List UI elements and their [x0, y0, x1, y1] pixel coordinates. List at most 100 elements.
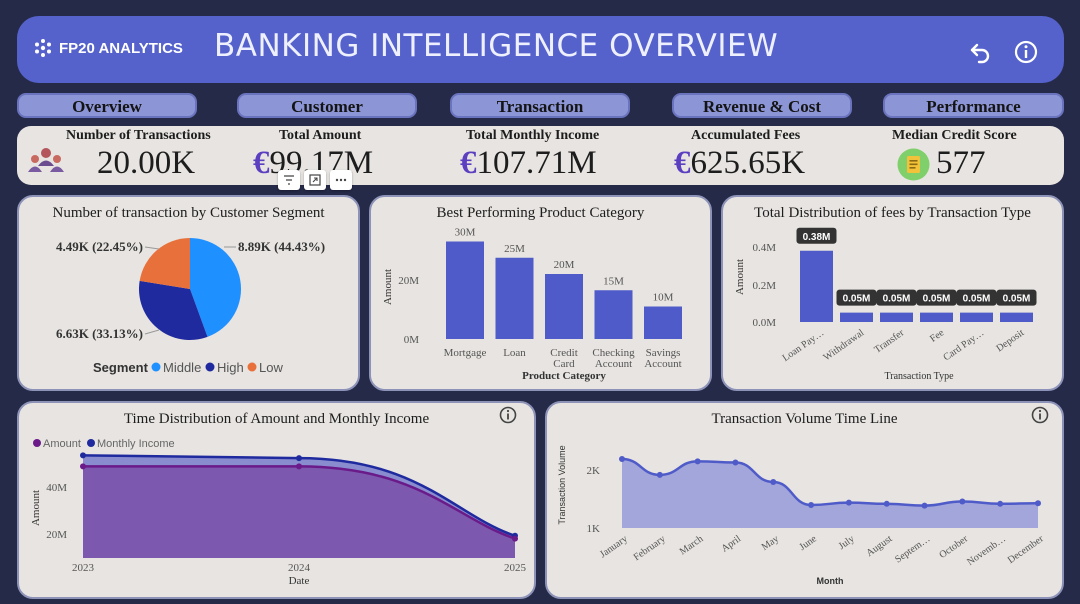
- bar-0: [800, 250, 833, 322]
- euro-symbol: €: [674, 145, 691, 181]
- x-tick-label: April: [720, 533, 744, 554]
- x-axis-label: Month: [817, 576, 844, 586]
- x-tick-label: Account: [644, 358, 681, 370]
- x-tick-label: July: [837, 533, 857, 552]
- filter-icon[interactable]: [278, 170, 300, 190]
- legend-marker: [247, 362, 257, 372]
- legend-marker: [205, 362, 215, 372]
- amount-point: [296, 463, 302, 470]
- bar-data-label: 0.38M: [803, 232, 831, 243]
- legend-title: Segment: [93, 360, 149, 375]
- x-tick-label: Septem…: [893, 533, 932, 565]
- x-tick-label: February: [632, 533, 668, 563]
- x-tick-label: 2025: [504, 562, 527, 574]
- segment-pie-card: Number of transaction by Customer Segmen…: [17, 195, 360, 391]
- amount-point: [512, 535, 518, 542]
- header-banner: FP20 ANALYTICS BANKING INTELLIGENCE OVER…: [17, 16, 1064, 83]
- legend-label: Middle: [163, 360, 201, 375]
- bar-data-label: 0.05M: [963, 294, 991, 305]
- legend-marker: [33, 439, 41, 447]
- fees-bar-card: Total Distribution of fees by Transactio…: [721, 195, 1064, 391]
- x-tick-label: October: [937, 533, 970, 561]
- bar-data-label: 0.05M: [883, 294, 911, 305]
- volume-point: [845, 499, 852, 506]
- tab-customer[interactable]: Customer: [237, 93, 417, 118]
- legend-label: High: [217, 360, 244, 375]
- legend-label: Monthly Income: [97, 438, 175, 450]
- x-tick-label: Mortgage: [444, 347, 487, 359]
- tab-overview[interactable]: Overview: [17, 93, 197, 118]
- x-tick-label: January: [598, 533, 630, 560]
- legend-label: Amount: [43, 438, 81, 450]
- y-tick-label: 0.2M: [752, 280, 776, 292]
- y-axis-label: Amount: [30, 490, 42, 526]
- back-arrow-icon[interactable]: [968, 40, 992, 64]
- brand-logo: FP20 ANALYTICS: [33, 38, 183, 58]
- kpi-transactions-value: 20.00K: [97, 145, 196, 181]
- pie-data-label: 6.63K (33.13%): [56, 326, 143, 341]
- data-label-leader: [144, 329, 160, 335]
- volume-point: [959, 498, 966, 505]
- legend-label: Low: [259, 360, 283, 375]
- y-tick-label: 40M: [46, 482, 67, 494]
- bar-data-label: 30M: [455, 227, 476, 239]
- bar-data-label: 10M: [653, 292, 674, 304]
- x-tick-label: Card: [553, 358, 575, 370]
- volume-area-chart: 2K 1K Transaction Volume January February Mar…: [557, 445, 1046, 586]
- y-axis-label: Transaction Volume: [557, 445, 567, 524]
- snowflake-logo-icon: [35, 39, 51, 57]
- legend-marker: [87, 439, 95, 447]
- x-tick-label: 2024: [288, 562, 311, 574]
- visual-toolbar: [278, 170, 352, 190]
- tab-performance[interactable]: Performance: [883, 93, 1064, 118]
- x-tick-label: Loan Pay…: [781, 327, 827, 364]
- kpi-strip: Number of Transactions 20.00K Total Amou…: [17, 126, 1064, 185]
- bar-1: [495, 257, 534, 339]
- info-icon[interactable]: [1014, 40, 1038, 64]
- bar-2: [545, 274, 583, 339]
- income-point: [80, 452, 86, 459]
- volume-point: [694, 458, 701, 465]
- volume-point: [619, 455, 625, 462]
- volume-point: [1035, 500, 1041, 507]
- x-tick-label: June: [797, 533, 819, 553]
- tab-transaction[interactable]: Transaction: [450, 93, 630, 118]
- volume-point: [770, 478, 777, 485]
- fees-bar-chart: 0.0M 0.2M 0.4M Amount 0.38M Loan Pay… 0.05M Wit…: [734, 227, 1037, 382]
- euro-symbol: €: [460, 145, 477, 181]
- income-point: [296, 455, 302, 462]
- bar-data-label: 0.05M: [1003, 294, 1031, 305]
- y-tick-label: 0.4M: [752, 242, 776, 254]
- bar-0: [446, 241, 484, 339]
- x-tick-label: May: [760, 533, 781, 553]
- tab-revenue-cost[interactable]: Revenue & Cost: [672, 93, 852, 118]
- kpi-total-amount-label: Total Amount: [279, 128, 362, 143]
- amount-area: [83, 466, 515, 558]
- bar-data-label: 0.05M: [923, 294, 951, 305]
- y-tick-label: 20M: [398, 275, 419, 287]
- x-axis-label: Product Category: [522, 370, 606, 382]
- more-options-icon[interactable]: [330, 170, 352, 190]
- bar-4: [644, 306, 682, 339]
- bar-3: [920, 312, 953, 322]
- volume-point: [997, 500, 1004, 507]
- x-tick-label: Fee: [928, 327, 947, 345]
- y-tick-label: 20M: [46, 529, 67, 541]
- x-tick-label: Loan: [503, 347, 526, 359]
- y-tick-label: 0.0M: [752, 317, 776, 329]
- kpi-fees-label: Accumulated Fees: [691, 128, 801, 143]
- score-card-icon: [897, 148, 930, 181]
- x-tick-label: August: [864, 533, 894, 559]
- bar-data-label: 25M: [504, 243, 525, 255]
- brand-name: FP20 ANALYTICS: [59, 39, 183, 57]
- amount-point: [80, 463, 86, 470]
- data-label-leader: [144, 246, 160, 250]
- pie-data-label: 4.49K (22.45%): [56, 239, 143, 254]
- kpi-transactions-label: Number of Transactions: [66, 128, 211, 143]
- kpi-monthly-income: €107.71M: [460, 145, 597, 182]
- x-tick-label: Card Pay…: [941, 327, 986, 363]
- focus-mode-icon[interactable]: [304, 170, 326, 190]
- kpi-credit-score-label: Median Credit Score: [892, 128, 1017, 143]
- y-tick-label: 0M: [404, 334, 420, 346]
- bar-data-label: 15M: [603, 275, 624, 287]
